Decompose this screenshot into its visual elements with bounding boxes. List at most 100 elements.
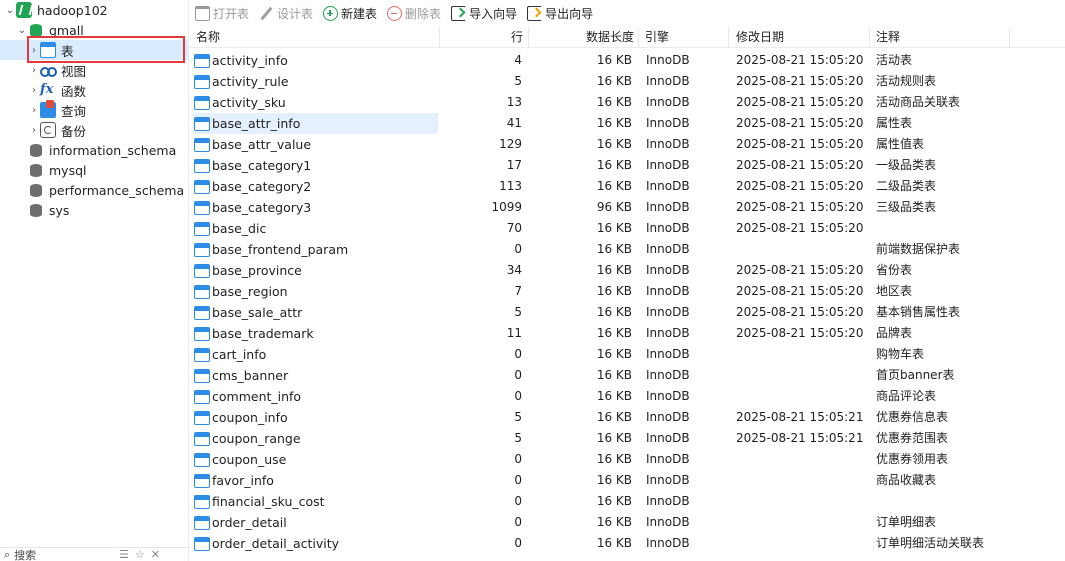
table-row[interactable]: base_province 34 16 KB InnoDB 2025-08-21 15:… <box>189 260 1065 281</box>
modified-date <box>736 365 868 386</box>
table-row[interactable]: base_category3 1099 96 KB InnoDB 2025-08-21 … <box>189 197 1065 218</box>
table-icon <box>194 326 210 341</box>
open-table-button[interactable]: 打开表 <box>195 5 249 22</box>
table-row[interactable]: comment_info 0 16 KB InnoDB 商品评论表 <box>189 386 1065 407</box>
query-icon <box>40 100 56 118</box>
modified-date <box>736 239 868 260</box>
data-length: 16 KB <box>596 53 632 67</box>
table-name-cell[interactable]: base_attr_info <box>194 113 440 134</box>
sidebar-item-queries[interactable]: › 查询 <box>0 100 188 120</box>
sidebar-item-label: 查询 <box>61 103 87 119</box>
export-icon <box>527 6 543 21</box>
table-row[interactable]: base_category1 17 16 KB InnoDB 2025-08-21 15… <box>189 155 1065 176</box>
comment: 活动表 <box>876 53 913 67</box>
sidebar-item-views[interactable]: › 视图 <box>0 60 188 80</box>
sidebar-search-bar[interactable]: ⌕ 搜索 ☰☆✕ <box>0 547 188 561</box>
database-node-sys[interactable]: sys <box>0 200 188 220</box>
table-row[interactable]: base_region 7 16 KB InnoDB 2025-08-21 15:05:… <box>189 281 1065 302</box>
data-length: 96 KB <box>596 200 632 214</box>
design-table-button[interactable]: 设计表 <box>259 5 313 22</box>
modified-date <box>736 533 868 554</box>
data-length: 16 KB <box>596 242 632 256</box>
table-icon <box>194 515 210 530</box>
import-wizard-button[interactable]: 导入向导 <box>451 5 517 22</box>
table-name-cell[interactable]: activity_rule <box>194 71 440 92</box>
table-name-cell[interactable]: base_sale_attr <box>194 302 440 323</box>
chevron-right-icon[interactable]: › <box>28 100 40 120</box>
table-name-cell[interactable]: base_province <box>194 260 440 281</box>
column-header-modified[interactable]: 修改日期 <box>729 27 870 48</box>
engine: InnoDB <box>646 473 690 487</box>
table-name-cell[interactable]: base_region <box>194 281 440 302</box>
table-name-cell[interactable]: order_detail <box>194 512 440 533</box>
table-name-cell[interactable]: cart_info <box>194 344 440 365</box>
table-name-cell[interactable]: base_attr_value <box>194 134 440 155</box>
table-name-cell[interactable]: activity_info <box>194 50 440 71</box>
chevron-down-icon[interactable]: ⌄ <box>4 0 16 20</box>
chevron-right-icon[interactable]: › <box>28 120 40 140</box>
table-row[interactable]: base_category2 113 16 KB InnoDB 2025-08-21 1… <box>189 176 1065 197</box>
chevron-down-icon[interactable]: ⌄ <box>16 20 28 40</box>
table-name-cell[interactable]: base_category1 <box>194 155 440 176</box>
table-name-cell[interactable]: favor_info <box>194 470 440 491</box>
table-name-cell[interactable]: base_category2 <box>194 176 440 197</box>
table-row[interactable]: activity_rule 5 16 KB InnoDB 2025-08-21 15:0… <box>189 71 1065 92</box>
table-name-cell[interactable]: base_trademark <box>194 323 440 344</box>
sidebar-item-functions[interactable]: › fx 函数 <box>0 80 188 100</box>
table-name-cell[interactable]: cms_banner <box>194 365 440 386</box>
column-header-comment[interactable]: 注释 <box>870 27 1010 48</box>
database-node-gmall[interactable]: ⌄ gmall <box>0 20 188 40</box>
comment: 基本销售属性表 <box>876 305 961 319</box>
table-row[interactable]: cms_banner 0 16 KB InnoDB 首页banner表 <box>189 365 1065 386</box>
database-node-mysql[interactable]: mysql <box>0 160 188 180</box>
database-node-information-schema[interactable]: information_schema <box>0 140 188 160</box>
chevron-right-icon[interactable]: › <box>28 80 40 100</box>
table-row[interactable]: activity_sku 13 16 KB InnoDB 2025-08-21 15:0… <box>189 92 1065 113</box>
comment: 一级品类表 <box>876 158 937 172</box>
table-row[interactable]: favor_info 0 16 KB InnoDB 商品收藏表 <box>189 470 1065 491</box>
data-length: 16 KB <box>596 389 632 403</box>
table-row[interactable]: order_detail_activity 0 16 KB InnoDB 订单明细活动关… <box>189 533 1065 554</box>
chevron-right-icon[interactable]: › <box>28 60 40 80</box>
table-row[interactable]: financial_sku_cost 0 16 KB InnoDB <box>189 491 1065 512</box>
column-header-name[interactable]: 名称 <box>196 27 440 48</box>
table-row[interactable]: coupon_range 5 16 KB InnoDB 2025-08-21 15:05… <box>189 428 1065 449</box>
table-row[interactable]: cart_info 0 16 KB InnoDB 购物车表 <box>189 344 1065 365</box>
table-name-cell[interactable]: base_frontend_param <box>194 239 440 260</box>
export-wizard-button[interactable]: 导出向导 <box>527 5 593 22</box>
sidebar-item-backups[interactable]: › 备份 <box>0 120 188 140</box>
filter-icons[interactable]: ☰☆✕ <box>119 548 166 561</box>
table-name-cell[interactable]: base_dic <box>194 218 440 239</box>
chevron-right-icon[interactable]: › <box>28 40 40 60</box>
table-row[interactable]: activity_info 4 16 KB InnoDB 2025-08-21 15:0… <box>189 50 1065 71</box>
connection-node[interactable]: ⌄ hadoop102 <box>0 0 188 20</box>
database-node-performance-schema[interactable]: performance_schema <box>0 180 188 200</box>
delete-table-button[interactable]: 删除表 <box>387 5 441 22</box>
table-row[interactable]: base_attr_value 129 16 KB InnoDB 2025-08-21 … <box>189 134 1065 155</box>
table-row[interactable]: coupon_use 0 16 KB InnoDB 优惠券领用表 <box>189 449 1065 470</box>
table-row[interactable]: base_frontend_param 0 16 KB InnoDB 前端数据保护表 <box>189 239 1065 260</box>
table-name-cell[interactable]: coupon_info <box>194 407 440 428</box>
table-row[interactable]: coupon_info 5 16 KB InnoDB 2025-08-21 15:05:… <box>189 407 1065 428</box>
table-name-cell[interactable]: order_detail_activity <box>194 533 440 554</box>
table-name-cell[interactable]: comment_info <box>194 386 440 407</box>
table-name-cell[interactable]: activity_sku <box>194 92 440 113</box>
column-header-engine[interactable]: 引擎 <box>639 27 729 48</box>
row-count: 11 <box>506 326 522 340</box>
row-count: 0 <box>514 494 522 508</box>
table-row[interactable]: base_attr_info 41 16 KB InnoDB 2025-08-21 15… <box>189 113 1065 134</box>
table-name-cell[interactable]: base_category3 <box>194 197 440 218</box>
table-row[interactable]: base_sale_attr 5 16 KB InnoDB 2025-08-21 15:… <box>189 302 1065 323</box>
column-header-data-length[interactable]: 数据长度 <box>529 27 639 48</box>
search-icon[interactable]: ⌕ <box>4 548 10 561</box>
table-row[interactable]: base_trademark 11 16 KB InnoDB 2025-08-21 15… <box>189 323 1065 344</box>
table-row[interactable]: order_detail 0 16 KB InnoDB 订单明细表 <box>189 512 1065 533</box>
column-header-rows[interactable]: 行 <box>440 27 529 48</box>
table-name-cell[interactable]: coupon_use <box>194 449 440 470</box>
sidebar-item-tables[interactable]: › 表 <box>0 40 188 60</box>
new-table-button[interactable]: 新建表 <box>323 5 377 22</box>
table-name: activity_rule <box>212 74 289 89</box>
table-name-cell[interactable]: coupon_range <box>194 428 440 449</box>
table-row[interactable]: base_dic 70 16 KB InnoDB 2025-08-21 15:05:20 <box>189 218 1065 239</box>
table-name-cell[interactable]: financial_sku_cost <box>194 491 440 512</box>
